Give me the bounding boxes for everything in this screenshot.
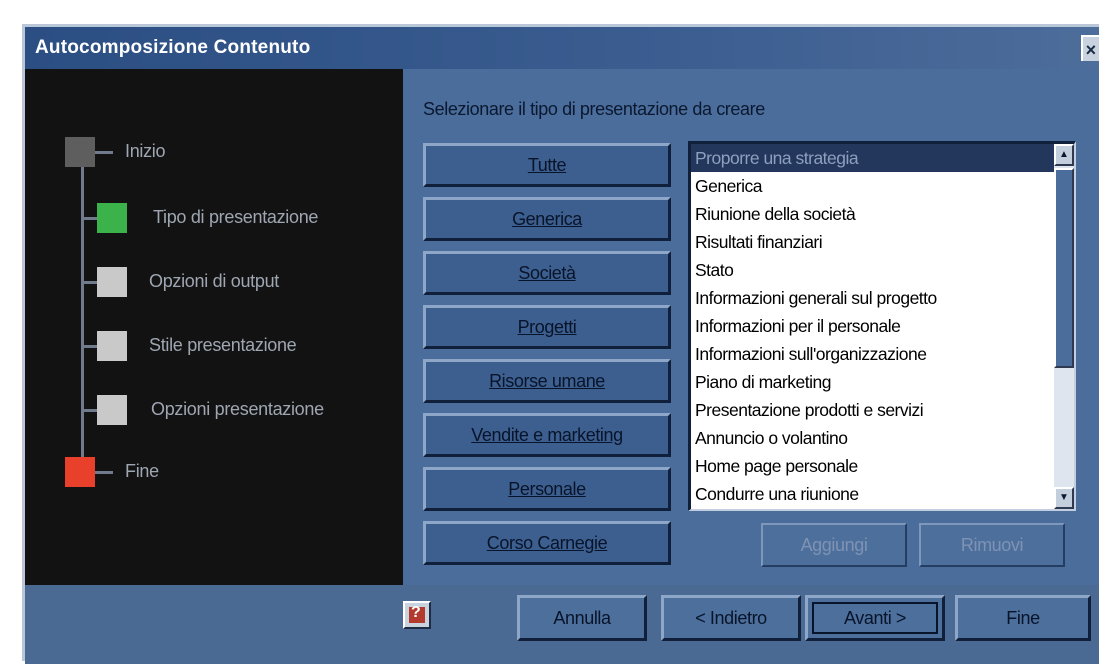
step-tipo-presentazione[interactable]: Tipo di presentazione bbox=[81, 203, 401, 235]
step-connector bbox=[81, 409, 97, 412]
list-item[interactable]: Home page personale bbox=[691, 452, 1057, 480]
scroll-down-arrow-icon[interactable]: ▼ bbox=[1054, 487, 1074, 509]
list-item[interactable]: Informazioni generali sul progetto bbox=[691, 284, 1057, 312]
scrollbar-thumb[interactable] bbox=[1054, 168, 1074, 368]
category-button-vendite-marketing[interactable]: Vendite e marketing bbox=[423, 413, 671, 457]
step-opzioni-presentazione[interactable]: Opzioni presentazione bbox=[81, 395, 401, 427]
list-item[interactable]: Proporre una strategia bbox=[691, 144, 1057, 172]
help-icon[interactable] bbox=[403, 601, 431, 629]
list-item[interactable]: Annuncio o volantino bbox=[691, 424, 1057, 452]
step-opzioni-output[interactable]: Opzioni di output bbox=[81, 267, 401, 299]
list-item[interactable]: Informazioni per il personale bbox=[691, 312, 1057, 340]
step-marker-icon bbox=[97, 395, 127, 425]
step-marker-icon bbox=[97, 203, 127, 233]
instruction-text: Selezionare il tipo di presentazione da … bbox=[423, 99, 765, 119]
category-button-risorse-umane[interactable]: Risorse umane bbox=[423, 359, 671, 403]
finish-button[interactable]: Fine bbox=[955, 595, 1091, 641]
step-marker-icon bbox=[97, 267, 127, 297]
add-button[interactable]: Aggiungi bbox=[761, 523, 907, 567]
title-bar: Autocomposizione Contenuto × bbox=[25, 27, 1099, 69]
list-items-container: Proporre una strategia Generica Riunione d… bbox=[691, 144, 1057, 508]
step-stile-presentazione[interactable]: Stile presentazione bbox=[81, 331, 401, 363]
step-label: Fine bbox=[125, 461, 159, 481]
close-button[interactable]: × bbox=[1081, 35, 1099, 61]
step-connector bbox=[95, 151, 113, 154]
list-item[interactable]: Condurre una riunione bbox=[691, 480, 1057, 508]
list-item[interactable]: Stato bbox=[691, 256, 1057, 284]
category-button-tutte[interactable]: Tutte bbox=[423, 143, 671, 187]
window-title: Autocomposizione Contenuto bbox=[35, 37, 311, 58]
list-item[interactable]: Presentazione prodotti e servizi bbox=[691, 396, 1057, 424]
list-scrollbar[interactable]: ▲ ▼ bbox=[1054, 144, 1074, 509]
cancel-button[interactable]: Annulla bbox=[517, 595, 647, 641]
selection-panel: Selezionare il tipo di presentazione da … bbox=[403, 69, 1099, 585]
step-fine[interactable]: Fine bbox=[65, 457, 385, 489]
step-marker-icon bbox=[97, 331, 127, 361]
dialog-content: Inizio Tipo di presentazione Opzioni di … bbox=[25, 69, 1099, 585]
category-button-corso-carnegie[interactable]: Corso Carnegie bbox=[423, 521, 671, 565]
wizard-steps-panel: Inizio Tipo di presentazione Opzioni di … bbox=[25, 69, 403, 585]
step-connector bbox=[81, 281, 97, 284]
scroll-up-arrow-icon[interactable]: ▲ bbox=[1054, 144, 1074, 166]
category-button-generica[interactable]: Generica bbox=[423, 197, 671, 241]
step-marker-icon bbox=[65, 457, 95, 487]
list-item[interactable]: Piano di marketing bbox=[691, 368, 1057, 396]
step-label: Opzioni presentazione bbox=[151, 399, 324, 419]
category-button-personale[interactable]: Personale bbox=[423, 467, 671, 511]
back-button[interactable]: < Indietro bbox=[661, 595, 801, 641]
presentation-type-list[interactable]: Proporre una strategia Generica Riunione d… bbox=[688, 141, 1076, 511]
step-label: Inizio bbox=[125, 141, 166, 161]
step-label: Stile presentazione bbox=[149, 335, 297, 355]
step-label: Opzioni di output bbox=[149, 271, 279, 291]
step-marker-icon bbox=[65, 137, 95, 167]
step-connector bbox=[81, 217, 97, 220]
dialog-footer: Annulla < Indietro Avanti > Fine bbox=[25, 585, 1099, 664]
list-item[interactable]: Generica bbox=[691, 172, 1057, 200]
list-item[interactable]: Riunione della società bbox=[691, 200, 1057, 228]
next-button[interactable]: Avanti > bbox=[805, 595, 945, 641]
content-wizard-dialog: Autocomposizione Contenuto × Inizio Tipo… bbox=[22, 24, 1099, 664]
step-inizio[interactable]: Inizio bbox=[65, 137, 385, 169]
step-connector bbox=[81, 345, 97, 348]
step-connector bbox=[95, 471, 113, 474]
step-label: Tipo di presentazione bbox=[153, 207, 319, 227]
list-item[interactable]: Risultati finanziari bbox=[691, 228, 1057, 256]
remove-button[interactable]: Rimuovi bbox=[919, 523, 1065, 567]
category-button-societa[interactable]: Società bbox=[423, 251, 671, 295]
list-item[interactable]: Informazioni sull'organizzazione bbox=[691, 340, 1057, 368]
category-button-progetti[interactable]: Progetti bbox=[423, 305, 671, 349]
